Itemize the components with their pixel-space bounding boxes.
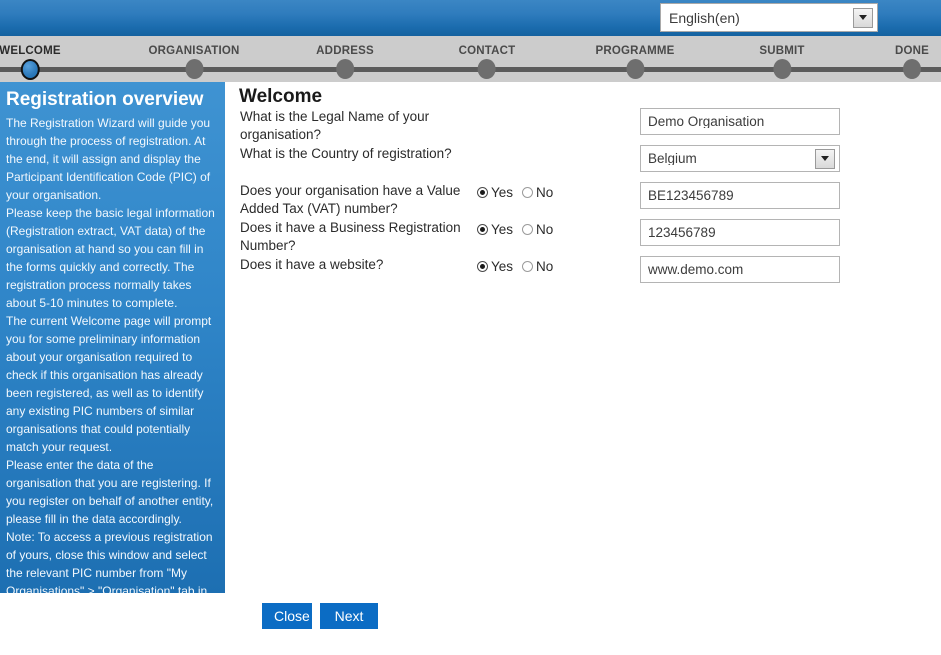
sidebar-paragraph: Please enter the data of the organisatio… (6, 458, 214, 526)
country-select[interactable]: Belgium (640, 145, 840, 172)
stepper-step-contact[interactable]: CONTACT (459, 36, 516, 82)
question-label: Does it have a Business Registration Num… (240, 220, 461, 253)
stepper-step-dot-icon[interactable] (625, 59, 644, 79)
close-button[interactable]: Close (262, 603, 312, 629)
stepper-step-dot-icon[interactable] (773, 59, 791, 79)
website-field-value: www.demo.com (648, 262, 744, 277)
stepper-step-label: ADDRESS (316, 45, 374, 57)
legal-name-field[interactable]: Demo Organisation (640, 108, 840, 135)
radio-yes-label: Yes (491, 259, 514, 274)
stepper-step-done[interactable]: DONE (895, 36, 929, 82)
sidebar-title: Registration overview (6, 89, 204, 110)
chevron-down-icon[interactable] (853, 7, 873, 28)
radio-no[interactable] (522, 187, 534, 198)
vat-number-field[interactable]: BE123456789 (640, 182, 840, 209)
question-label: Does it have a website? (240, 257, 384, 272)
registration-overview-sidebar: Registration overview The Registration W… (0, 82, 225, 593)
stepper-step-organisation[interactable]: ORGANISATION (149, 36, 240, 82)
stepper-step-address[interactable]: ADDRESS (316, 36, 374, 82)
stepper-step-dot-icon[interactable] (903, 59, 921, 79)
yes-no-radio-group: Yes No (477, 185, 562, 201)
stepper-step-label: ORGANISATION (148, 45, 240, 57)
yes-no-radio-group: Yes No (477, 259, 562, 275)
question-label: What is the Legal Name of your organisat… (240, 109, 430, 142)
stepper-step-label: SUBMIT (759, 45, 805, 57)
vat-number-field-value: BE123456789 (648, 188, 734, 203)
stepper-step-dot-icon[interactable] (335, 59, 354, 79)
stepper-step-dot-icon[interactable] (20, 59, 40, 80)
wizard-button-bar: Close Next > (0, 593, 941, 650)
radio-no-label: No (536, 185, 554, 200)
page-title: Welcome (239, 86, 323, 107)
stepper-step-label: DONE (894, 45, 930, 57)
legal-name-field-value: Demo Organisation (648, 114, 765, 129)
radio-yes-label: Yes (491, 185, 514, 200)
country-select-value: Belgium (648, 151, 697, 166)
stepper-step-label: WELCOME (0, 45, 61, 57)
next-button[interactable]: Next > (320, 603, 378, 650)
sidebar-paragraph: Please keep the basic legal information … (6, 206, 215, 310)
stepper-step-label: PROGRAMME (595, 45, 675, 57)
business-registration-number-field[interactable]: 123456789 (640, 219, 840, 246)
stepper-step-welcome[interactable]: WELCOME (0, 36, 61, 82)
radio-no[interactable] (522, 224, 534, 235)
radio-no-label: No (536, 222, 554, 237)
sidebar-paragraph: The current Welcome page will prompt you… (6, 314, 212, 454)
website-field[interactable]: www.demo.com (640, 256, 840, 283)
radio-yes[interactable] (477, 224, 488, 235)
stepper-step-dot-icon[interactable] (185, 59, 203, 79)
welcome-form-panel: Welcome What is the Legal Name of your o… (225, 82, 941, 593)
business-registration-number-field-value: 123456789 (648, 225, 716, 240)
radio-yes[interactable] (477, 187, 488, 198)
stepper-step-programme[interactable]: PROGRAMME (595, 36, 674, 82)
radio-no[interactable] (522, 261, 534, 272)
chevron-down-icon[interactable] (815, 148, 835, 169)
sidebar-paragraph: Note: To access a previous registration … (6, 530, 213, 593)
question-label: Does your organisation have a Value Adde… (240, 183, 461, 216)
yes-no-radio-group: Yes No (477, 222, 562, 238)
question-label: What is the Country of registration? (240, 146, 452, 161)
stepper-step-label: CONTACT (458, 45, 516, 57)
language-select-value: English(en) (669, 9, 740, 26)
top-header-bar: English(en) (0, 0, 941, 36)
language-select[interactable]: English(en) (660, 3, 878, 32)
sidebar-paragraph: The Registration Wizard will guide you t… (6, 116, 211, 202)
stepper-step-submit[interactable]: SUBMIT (759, 36, 804, 82)
radio-yes[interactable] (477, 261, 488, 272)
wizard-stepper: WELCOME ORGANISATION ADDRESS CONTACT PROGRAM… (0, 36, 941, 82)
radio-yes-label: Yes (491, 222, 514, 237)
stepper-step-dot-icon[interactable] (477, 59, 496, 79)
radio-no-label: No (536, 259, 554, 274)
